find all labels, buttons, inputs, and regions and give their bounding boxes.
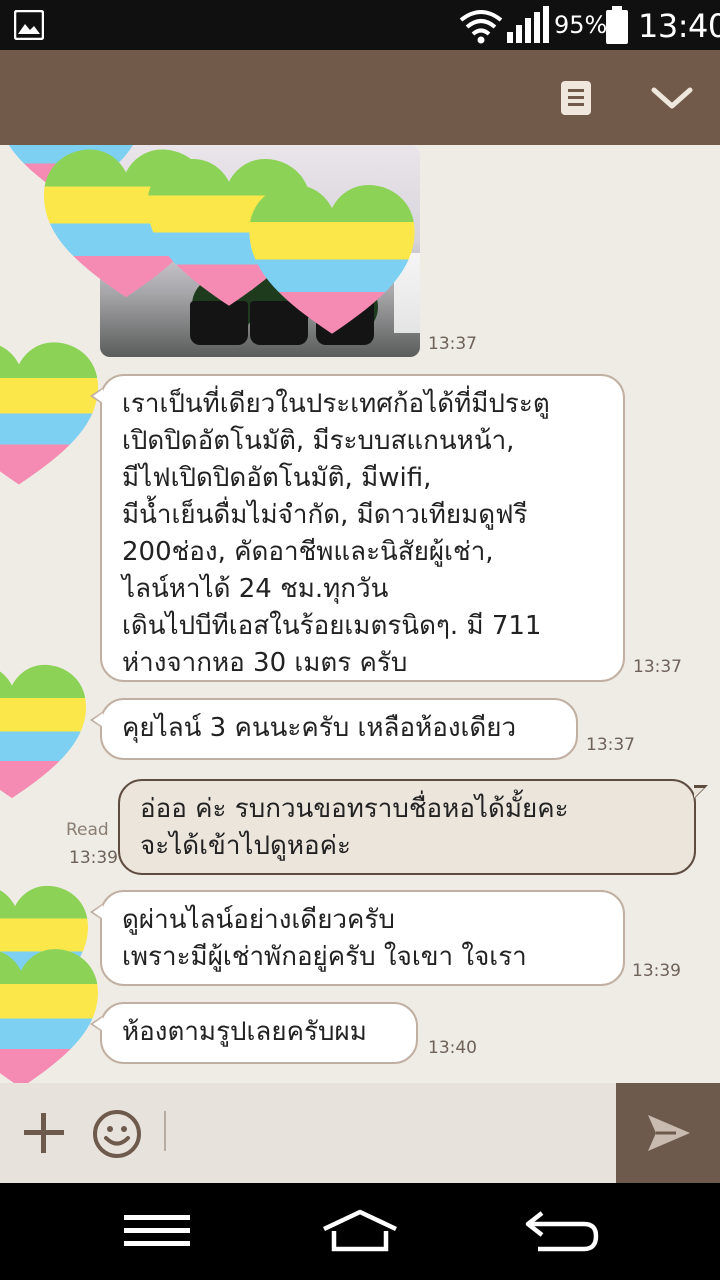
menu-icon[interactable] xyxy=(124,1213,190,1249)
signal-icon xyxy=(507,6,549,43)
message-bubble[interactable]: ดูผ่านไลน์อย่างเดียวครับ เพราะมีผู้เช่าพ… xyxy=(90,890,625,986)
back-icon[interactable] xyxy=(524,1209,600,1253)
chat-messages[interactable]: 13:37 เราเป็นที่เดียวในประเทศก้อได้ที่มี… xyxy=(0,145,720,1083)
message-input[interactable] xyxy=(164,1105,604,1159)
message-input-bar xyxy=(0,1083,720,1183)
text-caret xyxy=(164,1111,166,1151)
home-icon[interactable] xyxy=(320,1209,400,1253)
status-bar: 95% 13:40 xyxy=(0,0,720,50)
wifi-icon xyxy=(459,10,503,44)
message-bubble[interactable]: อ่ออ ค่ะ รบกวนขอทราบชื่อหอได้มั้ยคะ จะได… xyxy=(118,779,708,875)
message-time: 13:39 xyxy=(69,848,118,868)
message-time: 13:37 xyxy=(633,657,682,677)
message-time: 13:39 xyxy=(632,961,681,981)
notes-icon[interactable] xyxy=(560,80,592,116)
emoji-icon[interactable] xyxy=(92,1109,142,1159)
heart-sticker-icon xyxy=(249,185,415,334)
chevron-down-icon[interactable] xyxy=(648,80,696,116)
gallery-icon xyxy=(14,10,44,40)
message-bubble[interactable]: คุยไลน์ 3 คนนะครับ เหลือห้องเดียว xyxy=(90,698,578,760)
read-receipt: Read xyxy=(66,820,109,840)
message-time: 13:40 xyxy=(428,1038,477,1058)
chat-header xyxy=(0,50,720,145)
message-bubble[interactable]: เราเป็นที่เดียวในประเทศก้อได้ที่มีประตู … xyxy=(90,374,625,682)
status-time: 13:40 xyxy=(638,7,720,45)
plus-icon[interactable] xyxy=(20,1109,68,1157)
navigation-bar xyxy=(0,1183,720,1280)
message-bubble[interactable]: ห้องตามรูปเลยครับผม xyxy=(90,1002,418,1064)
avatar[interactable] xyxy=(0,340,98,490)
send-icon xyxy=(648,1115,690,1151)
message-time: 13:37 xyxy=(428,334,477,354)
battery-percent: 95% xyxy=(554,11,608,39)
message-time: 13:37 xyxy=(586,735,635,755)
avatar[interactable] xyxy=(0,945,98,1083)
battery-icon xyxy=(606,6,628,44)
avatar[interactable] xyxy=(0,659,86,807)
send-button[interactable] xyxy=(616,1083,720,1183)
